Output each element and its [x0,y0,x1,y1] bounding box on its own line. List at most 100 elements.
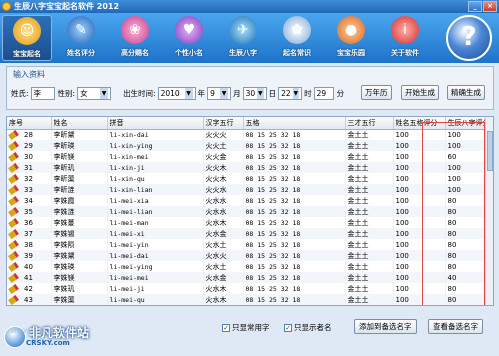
table-row[interactable]: 31 李昕玑 li-xin-ji 火火木 08 15 25 32 18 金土土 100 100 [7,162,488,173]
cell-bazi-score: 80 [445,195,488,206]
close-button[interactable]: × [483,1,497,12]
cell-text: 100 [395,163,409,172]
cell-wuge: 08 15 25 32 18 [243,195,346,206]
col-header-name-score[interactable]: 姓名五格评分 [393,117,446,130]
cell-bazi-score: 80 [445,217,488,228]
cell-sancai: 金土土 [345,140,394,151]
table-row[interactable]: 30 李昕镁 li-xin-mei 火火金 08 15 25 32 18 金土土 100 60 [7,151,488,162]
year-select[interactable]: 2010 ▼ [157,87,196,100]
add-to-candidates-button[interactable]: 添加到备选名字 [354,319,417,334]
day-select[interactable]: 30 ▼ [242,87,267,100]
cell-name-score: 100 [393,228,446,239]
cell-wuge: 08 15 25 32 18 [243,239,346,250]
cell-name-score: 100 [393,294,446,305]
cell-bazi-score: 100 [445,173,488,184]
table-row[interactable]: 40 李姝瑛 li-mei-ying 火水土 08 15 25 32 18 金土土 100 8… [7,261,488,272]
gender-select[interactable]: 女 ▼ [77,87,112,100]
table-row[interactable]: 33 李昕涟 li-xin-lian 火火水 08 15 25 32 18 金土土 100 1… [7,184,488,195]
app-icon [2,2,11,11]
tool-name-scoring[interactable]: ✎ 姓名评分 [56,15,106,61]
help-icon[interactable]: ? [446,15,492,61]
cell-pinyin: li-mei-xia [107,195,204,206]
tool-baby-paradise[interactable]: ● 宝宝乐园 [326,15,376,61]
table-row[interactable]: 35 李姝涟 li-mei-lian 火水水 08 15 25 32 18 金土土 100 8… [7,206,488,217]
col-header-name[interactable]: 姓名 [51,117,108,130]
table-row[interactable]: 42 李姝玑 li-mei-ji 火水木 08 15 25 32 18 金土土 100 80 [7,283,488,294]
pencil-icon [8,217,19,228]
table-row[interactable]: 36 李姝蔓 li-mei-man 火水木 08 15 25 32 18 金土土 100 80 [7,217,488,228]
cell-wuge: 08 15 25 32 18 [243,217,346,228]
cell-text: 李姝锡 [53,229,75,238]
logo-url: CRSKY.com [26,339,70,347]
cell-text: li-xin-qu [109,174,145,183]
cell-text: 火水木 [205,218,227,227]
minute-unit: 分 [336,89,345,98]
tool-about[interactable]: i 关于软件 [380,15,430,61]
table-row[interactable]: 38 李姝陨 li-mei-yin 火水土 08 15 25 32 18 金土土 100 80 [7,239,488,250]
table-row[interactable]: 29 李昕瑛 li-xin-ying 火火土 08 15 25 32 18 金土土 100 1… [7,140,488,151]
pencil-icon [8,162,19,173]
preferred-names-checkbox[interactable]: ✓ 只显示者名 [284,322,332,333]
tool-baby-naming[interactable]: ☺ 宝宝起名 [2,15,52,61]
table-row[interactable]: 34 李姝霞 li-mei-xia 火水水 08 15 25 32 18 金土土 100 80 [7,195,488,206]
cell-name-score: 100 [393,239,446,250]
preferred-names-label: 只显示者名 [294,323,332,332]
generate-button[interactable]: 开始生成 [401,85,439,100]
pencil-icon [8,228,19,239]
cell-text: 08 15 25 32 18 [245,273,301,282]
cell-text: 李姝蔓 [53,218,75,227]
cell-text: 40 [24,262,33,271]
hour-select[interactable]: 22 ▼ [278,87,303,100]
vertical-scrollbar[interactable] [485,117,493,305]
precise-generate-button[interactable]: 精确生成 [447,85,485,100]
cell-text: 火水土 [205,262,227,271]
cell-text: 火火水 [205,185,227,194]
cell-text: 08 15 25 32 18 [245,163,301,172]
scrollbar-thumb[interactable] [487,131,493,171]
col-header-wuxing[interactable]: 汉字五行 [203,117,244,130]
col-header-sancai[interactable]: 三才五行 [345,117,394,130]
col-header-bazi-score[interactable]: 生辰八字评分 [445,117,488,130]
tool-high-score-names[interactable]: ❀ 高分赐名 [110,15,160,61]
table-row[interactable]: 32 李昕蕖 li-xin-qu 火火木 08 15 25 32 18 金土土 100 100 [7,173,488,184]
cell-name: 李姝锡 [51,228,108,239]
table-row[interactable]: 37 李姝锡 li-mei-xi 火水金 08 15 25 32 18 金土土 100 80 [7,228,488,239]
tool-nicknames[interactable]: ♥ 个性小名 [164,15,214,61]
tool-naming-knowledge[interactable]: ✿ 起名常识 [272,15,322,61]
pencil-icon [8,173,19,184]
cell-pinyin: li-mei-qu [107,294,204,305]
minute-field[interactable]: 29 [313,87,334,100]
pencil-icon [8,195,19,206]
calendar-button[interactable]: 万年历 [361,85,392,100]
cell-text: 80 [447,196,457,205]
cell-pinyin: li-mei-xi [107,228,204,239]
cell-text: li-mei-man [109,218,149,227]
cell-text: 08 15 25 32 18 [245,240,301,249]
cell-text: li-xin-lian [109,185,153,194]
cell-text: 金土土 [347,273,369,282]
surname-field[interactable]: 李 [30,87,55,100]
cell-bazi-score: 80 [445,250,488,261]
cell-text: 金土土 [347,130,369,139]
cell-text: 李昕蕖 [53,174,75,183]
tool-bazi[interactable]: ✈ 生辰八字 [218,15,268,61]
cell-text: 金土土 [347,174,369,183]
table-row[interactable]: 28 李昕黛 li-xin-dai 火火火 08 15 25 32 18 金土土 100 10… [7,129,488,140]
table-row[interactable]: 43 李姝蕖 li-mei-qu 火水木 08 15 25 32 18 金土土 100 80 [7,294,488,305]
common-chars-checkbox[interactable]: ✓ 只显常用字 [222,322,270,333]
cell-text: 32 [24,174,33,183]
cell-index: 35 [7,206,52,217]
year-value: 2010 [160,89,180,98]
table-header: 序号 姓名 拼音 汉字五行 五格 三才五行 姓名五格评分 生辰八字评分 [7,117,488,130]
cell-index: 31 [7,162,52,173]
table-row[interactable]: 39 李姝黛 li-mei-dai 火水火 08 15 25 32 18 金土土 100 80 [7,250,488,261]
col-header-index[interactable]: 序号 [7,117,52,130]
view-candidates-button[interactable]: 查看备选名字 [428,319,483,334]
col-header-pinyin[interactable]: 拼音 [107,117,204,130]
cell-text: li-mei-xi [109,229,145,238]
minimize-button[interactable]: _ [468,1,482,12]
col-header-wuge[interactable]: 五格 [243,117,346,130]
table-row[interactable]: 41 李姝镁 li-mei-mei 火水金 08 15 25 32 18 金土土 100 40 [7,272,488,283]
cell-text: li-mei-ying [109,262,153,271]
month-select[interactable]: 9 ▼ [207,87,232,100]
